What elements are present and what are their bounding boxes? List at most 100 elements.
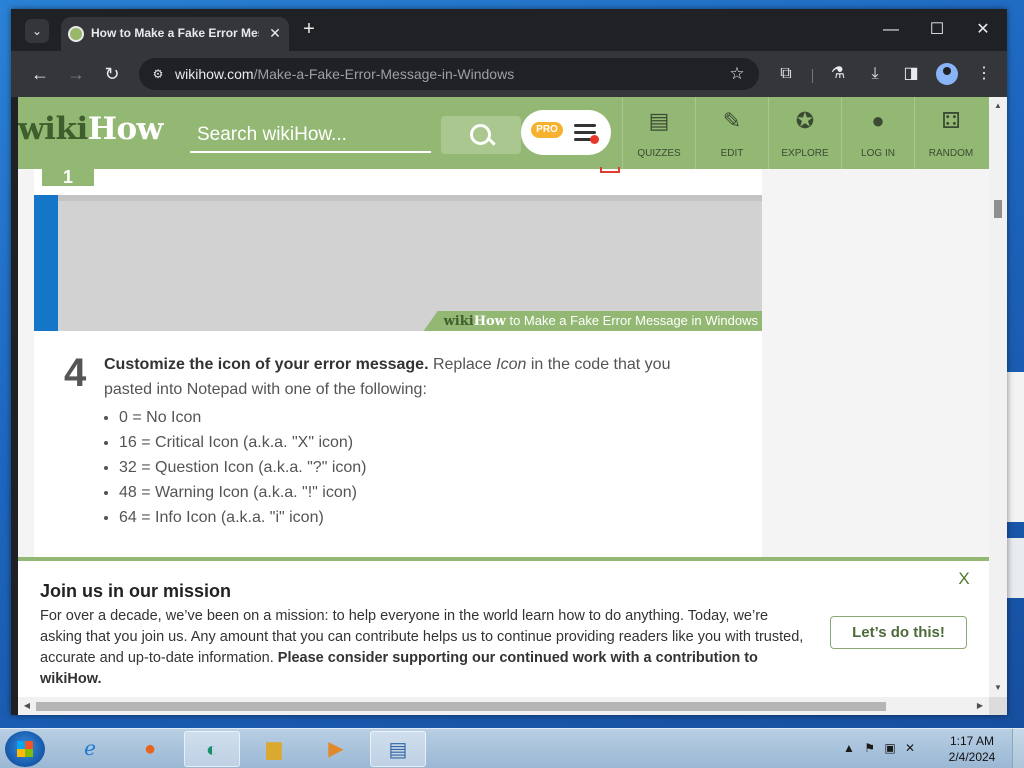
donation-banner: Join us in our mission For over a decade… (18, 557, 989, 697)
nav-edit[interactable]: ✎ EDIT (695, 97, 768, 169)
firefox-icon[interactable]: ● (122, 731, 178, 767)
banner-body: For over a decade, we’ve been on a missi… (40, 606, 810, 690)
page-viewport: wikiHow Search wikiHow... PRO ▤ QUIZZES … (18, 97, 989, 697)
horizontal-scroll-thumb[interactable] (36, 702, 886, 711)
nav-explore[interactable]: ✪ EXPLORE (768, 97, 841, 169)
nav-quizzes[interactable]: ▤ QUIZZES (622, 97, 695, 169)
method-number-tab: 1 (42, 167, 94, 187)
back-icon[interactable]: ← (27, 62, 53, 86)
image-side-strip (34, 195, 58, 331)
dice-icon: ⚃ (941, 108, 961, 133)
download-icon[interactable]: ⤓ (863, 62, 887, 86)
wordpad-icon[interactable]: ▤ (370, 731, 426, 767)
file-explorer-icon[interactable]: ▆ (246, 731, 302, 767)
logo-wiki: wiki (18, 111, 88, 147)
address-url[interactable]: wikihow.com/Make-a-Fake-Error-Message-in… (175, 66, 514, 82)
vertical-scrollbar[interactable]: ▲ ▼ (989, 97, 1007, 697)
list-item: 64 = Info Icon (a.k.a. "i" icon) (119, 505, 367, 530)
tab-strip: ⌄ How to Make a Fake Error Mes ✕ + — ☐ ✕ (11, 9, 1007, 51)
notification-dot (590, 135, 599, 144)
scroll-up-icon[interactable]: ▲ (993, 101, 1003, 111)
nav-edit-label: EDIT (720, 148, 744, 159)
minimize-button[interactable]: — (875, 19, 907, 41)
step-bold: Customize the icon of your error message… (104, 356, 429, 373)
reload-icon[interactable]: ↻ (99, 62, 125, 86)
caption-wiki: wiki (443, 314, 474, 329)
nav-random[interactable]: ⚃ RANDOM (914, 97, 987, 169)
horizontal-scrollbar[interactable]: ◀ ▶ (18, 697, 989, 715)
scroll-right-icon[interactable]: ▶ (975, 701, 985, 711)
nav-random-label: RANDOM (928, 148, 974, 159)
nav-quizzes-label: QUIZZES (637, 148, 681, 159)
windows-logo-icon (17, 741, 33, 757)
side-panel-icon[interactable]: ◨ (899, 62, 923, 86)
banner-close-button[interactable]: X (956, 569, 972, 589)
toolbar-divider (812, 69, 813, 83)
wikihow-logo[interactable]: wikiHow (18, 111, 163, 147)
url-path: /Make-a-Fake-Error-Message-in-Windows (253, 66, 515, 82)
menu-kebab-icon[interactable]: ⋮ (972, 62, 996, 86)
tab-title: How to Make a Fake Error Mes (91, 26, 259, 40)
edge-icon[interactable]: ◐ (184, 731, 240, 767)
show-desktop-button[interactable] (1012, 729, 1024, 768)
scroll-down-icon[interactable]: ▼ (993, 683, 1003, 693)
system-clock[interactable]: 1:17 AM 2/4/2024 (940, 733, 1004, 765)
list-item: 48 = Warning Icon (a.k.a. "!" icon) (119, 480, 367, 505)
labs-flask-icon[interactable]: ⚗ (826, 62, 850, 86)
tray-expand-icon[interactable]: ▲ (843, 741, 855, 755)
tab-search-button[interactable]: ⌄ (25, 19, 49, 43)
scrollbar-corner (989, 697, 1007, 715)
forward-icon[interactable]: → (63, 62, 89, 86)
quizzes-icon: ▤ (648, 108, 670, 133)
maximize-button[interactable]: ☐ (921, 19, 953, 41)
step-text: Customize the icon of your error message… (104, 352, 704, 402)
internet-explorer-icon[interactable]: ℯ (62, 731, 118, 767)
bookmark-star-icon[interactable]: ☆ (727, 64, 747, 84)
pencil-icon: ✎ (722, 108, 742, 133)
lets-do-this-button[interactable]: Let’s do this! (830, 616, 967, 649)
tab-close-icon[interactable]: ✕ (266, 24, 284, 42)
url-host: wikihow.com (175, 66, 254, 82)
close-window-button[interactable]: ✕ (967, 19, 999, 41)
browser-window: ⌄ How to Make a Fake Error Mes ✕ + — ☐ ✕… (11, 9, 1007, 715)
tab-active[interactable]: How to Make a Fake Error Mes ✕ (61, 17, 289, 51)
flag-icon[interactable]: ⚑ (864, 741, 875, 755)
site-info-icon[interactable]: ⚙ (149, 65, 167, 83)
new-tab-button[interactable]: + (297, 18, 321, 42)
wikihow-favicon-icon (68, 26, 84, 42)
search-icon[interactable] (441, 116, 521, 154)
banner-title: Join us in our mission (40, 581, 232, 601)
start-button[interactable] (5, 731, 45, 767)
step-italic: Icon (496, 356, 527, 373)
icon-options-list: 0 = No Icon 16 = Critical Icon (a.k.a. "… (119, 405, 367, 530)
nav-explore-label: EXPLORE (781, 148, 829, 159)
media-player-icon[interactable]: ▶ (308, 731, 364, 767)
image-caption: wikiHow to Make a Fake Error Message in … (423, 311, 762, 331)
network-icon[interactable]: ▣ (884, 741, 895, 755)
wikihow-header: wikiHow Search wikiHow... PRO ▤ QUIZZES … (18, 97, 989, 169)
pro-menu-button[interactable]: PRO (521, 110, 611, 155)
background-window-edge-2 (1006, 538, 1024, 598)
step-number: 4 (64, 351, 87, 395)
step-rest-1: Replace (428, 356, 497, 373)
background-window-edge (1006, 372, 1024, 522)
list-item: 16 = Critical Icon (a.k.a. "X" icon) (119, 430, 367, 455)
search-input[interactable]: Search wikiHow... (190, 117, 431, 153)
step-image[interactable]: wikiHow to Make a Fake Error Message in … (58, 195, 762, 331)
browser-toolbar: ← → ↻ ⚙ wikihow.com/Make-a-Fake-Error-Me… (11, 51, 1007, 97)
nav-login[interactable]: ● LOG IN (841, 97, 914, 169)
scroll-left-icon[interactable]: ◀ (22, 701, 32, 711)
vertical-scroll-thumb[interactable] (994, 200, 1002, 218)
clock-time: 1:17 AM (949, 734, 995, 748)
taskbar: ℯ ● ◐ ▆ ▶ ▤ ▲ ⚑ ▣ ✕ 1:17 AM 2/4/2024 (0, 728, 1024, 768)
extensions-icon[interactable]: ⧉ (774, 62, 798, 86)
volume-muted-icon[interactable]: ✕ (905, 741, 915, 755)
clock-date: 2/4/2024 (948, 750, 996, 764)
method-number: 1 (62, 167, 73, 187)
red-mark-decoration (600, 167, 620, 173)
profile-avatar-icon[interactable] (936, 63, 958, 85)
list-item: 0 = No Icon (119, 405, 367, 430)
caption-text: to Make a Fake Error Message in Windows (505, 313, 758, 328)
address-bar[interactable]: ⚙ wikihow.com/Make-a-Fake-Error-Message-… (139, 58, 759, 90)
system-tray: ▲ ⚑ ▣ ✕ (843, 741, 921, 757)
